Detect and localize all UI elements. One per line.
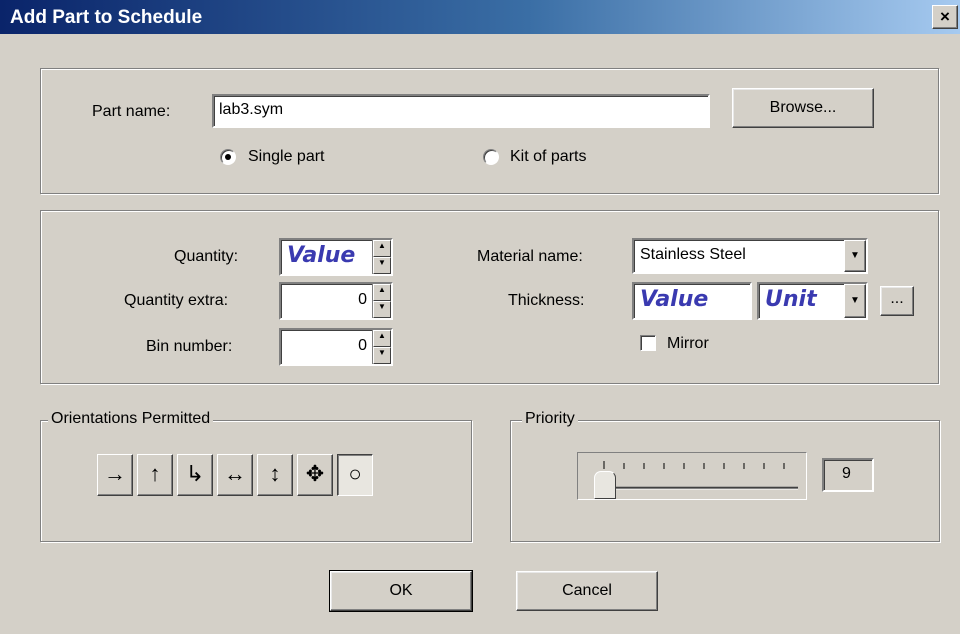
priority-value-box: 9 [822,458,874,492]
material-value: Stainless Steel [640,246,746,263]
spin-down-icon[interactable]: ▼ [373,301,391,318]
thickness-unit-select[interactable]: Unit ▼ [757,282,868,320]
part-name-label: Part name: [92,103,171,120]
thickness-value: Value [640,287,709,312]
bin-number-spin[interactable]: ▲ ▼ [372,330,391,364]
window-title: Add Part to Schedule [10,7,203,28]
single-part-radio[interactable] [220,149,236,165]
corner-arrow-icon[interactable]: ↳ [177,454,213,496]
kit-of-parts-radio[interactable] [483,149,499,165]
thickness-unit-value: Unit [765,287,817,312]
quantity-extra-value: 0 [358,291,367,308]
quantity-spin[interactable]: ▲ ▼ [372,240,391,274]
priority-slider[interactable] [577,452,807,500]
circle-icon[interactable]: ○ [337,454,373,496]
single-part-label: Single part [248,148,325,165]
kit-of-parts-label: Kit of parts [510,148,587,165]
thickness-field[interactable]: Value [632,282,752,320]
arrow-up-icon[interactable]: ↑ [137,454,173,496]
cancel-button[interactable]: Cancel [516,571,658,611]
bin-number-stepper[interactable]: 0 ▲ ▼ [279,328,393,366]
spin-down-icon[interactable]: ▼ [373,347,391,364]
arrow-up-down-icon[interactable]: ↕ [257,454,293,496]
mirror-label: Mirror [667,335,709,352]
priority-title: Priority [522,410,578,428]
slider-thumb[interactable] [594,471,616,499]
thickness-ellipsis-button[interactable]: ... [880,286,914,316]
material-name-label: Material name: [477,248,583,265]
material-select[interactable]: Stainless Steel ▼ [632,238,868,274]
quantity-extra-label: Quantity extra: [124,292,229,309]
orientations-title: Orientations Permitted [48,410,214,428]
arrow-left-right-icon[interactable]: ↔ [217,454,253,496]
bin-number-label: Bin number: [146,338,233,355]
quantity-label: Quantity: [174,248,239,265]
mirror-checkbox[interactable] [640,335,656,351]
spin-down-icon[interactable]: ▼ [373,257,391,274]
quantity-extra-stepper[interactable]: 0 ▲ ▼ [279,282,393,320]
move-cross-icon[interactable]: ✥ [297,454,333,496]
spin-up-icon[interactable]: ▲ [373,240,391,257]
part-group [40,68,939,194]
part-name-value: lab3.sym [219,101,284,118]
thickness-label: Thickness: [508,292,585,309]
quantity-extra-spin[interactable]: ▲ ▼ [372,284,391,318]
title-bar: Add Part to Schedule × [0,0,960,34]
chevron-down-icon[interactable]: ▼ [844,284,866,318]
arrow-right-icon[interactable]: → [97,454,133,496]
close-button[interactable]: × [932,5,958,29]
bin-number-value: 0 [358,337,367,354]
quantity-stepper[interactable]: Value ▲ ▼ [279,238,393,276]
chevron-down-icon[interactable]: ▼ [844,240,866,272]
part-name-field[interactable]: lab3.sym [212,94,710,128]
priority-value: 9 [842,465,851,482]
radio-selected-dot [225,154,231,160]
quantity-value: Value [287,243,356,268]
browse-button[interactable]: Browse... [732,88,874,128]
spin-up-icon[interactable]: ▲ [373,284,391,301]
spin-up-icon[interactable]: ▲ [373,330,391,347]
ok-button[interactable]: OK [329,570,473,612]
